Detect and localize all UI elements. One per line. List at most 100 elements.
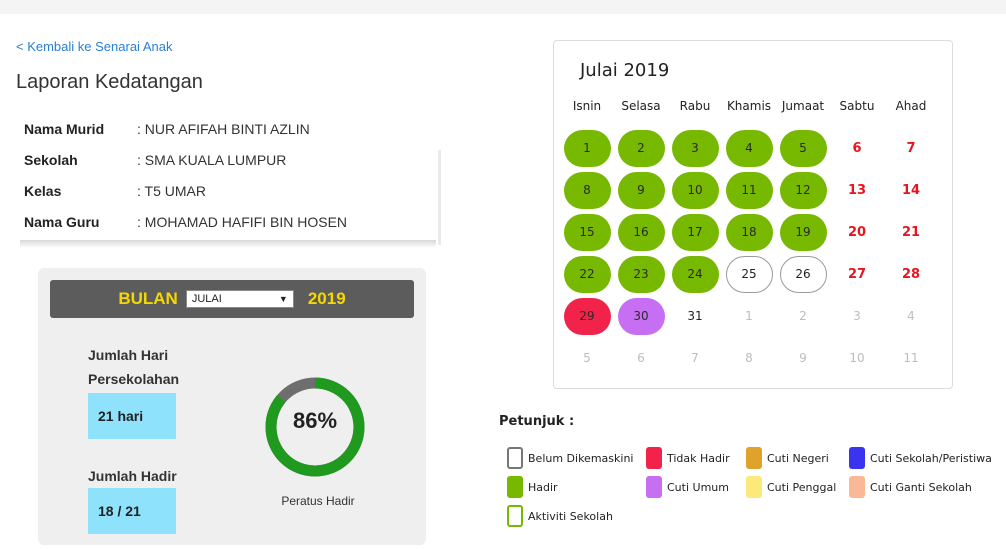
calendar-day-hadir[interactable]: 16: [617, 213, 665, 251]
calendar-cell: 10: [830, 340, 884, 377]
info-label: Kelas: [24, 182, 62, 199]
calendar-day-hadir[interactable]: 24: [671, 255, 719, 293]
calendar-day-weekend[interactable]: 13: [834, 172, 881, 209]
info-row-school: Sekolah : SMA KUALA LUMPUR: [24, 144, 444, 175]
calendar-cell: 12: [776, 171, 830, 209]
calendar-cell: 29: [560, 297, 614, 335]
calendar-cell: 7: [884, 130, 938, 167]
calendar-cell: 26: [776, 255, 830, 293]
dropdown-arrow-icon: ▼: [278, 294, 288, 304]
calendar-cell: 1: [722, 298, 776, 335]
calendar-day-muted: 3: [853, 309, 861, 323]
calendar-day-hadir[interactable]: 11: [725, 171, 773, 209]
calendar-day-muted: 5: [583, 351, 591, 365]
legend-swatch: [507, 476, 523, 498]
calendar-day-hadir[interactable]: 1: [563, 129, 611, 167]
calendar-day-umum[interactable]: 30: [617, 297, 665, 335]
calendar-cell: 15: [560, 213, 614, 251]
calendar-day-hadir[interactable]: 17: [671, 213, 719, 251]
legend-item: Cuti Negeri: [746, 447, 829, 469]
calendar-cell: 9: [614, 171, 668, 209]
calendar-cell: 5: [776, 129, 830, 167]
calendar-day-hadir[interactable]: 8: [563, 171, 611, 209]
weekday-label: Selasa: [621, 99, 661, 113]
calendar-cell: 4: [884, 298, 938, 335]
calendar-cell: 14: [884, 172, 938, 209]
month-selector-bar: BULAN JULAI ▼ 2019: [50, 280, 414, 318]
info-value: : SMA KUALA LUMPUR: [137, 151, 287, 168]
calendar-day-muted: 10: [849, 351, 865, 365]
calendar-week-row: 22 23 24 25 26 27 28: [560, 253, 938, 295]
calendar-day-hadir[interactable]: 15: [563, 213, 611, 251]
back-to-children-link[interactable]: < Kembali ke Senarai Anak: [16, 39, 172, 54]
legend-item: Aktiviti Sekolah: [507, 505, 613, 527]
top-bar: [0, 0, 1006, 14]
calendar-cell: 9: [776, 340, 830, 377]
info-row-teacher: Nama Guru : MOHAMAD HAFIFI BIN HOSEN: [24, 206, 444, 237]
attendance-summary-panel: BULAN JULAI ▼ 2019 Jumlah Hari Persekola…: [38, 268, 426, 545]
month-dropdown[interactable]: JULAI ▼: [185, 290, 294, 308]
calendar-day-hadir[interactable]: 3: [671, 129, 719, 167]
vertical-divider: [438, 150, 441, 245]
calendar-cell: 16: [614, 213, 668, 251]
calendar-day-belum[interactable]: 25: [725, 255, 773, 293]
legend-item: Cuti Sekolah/Peristiwa: [849, 447, 992, 469]
legend-item: Tidak Hadir: [646, 447, 730, 469]
calendar-day-hadir[interactable]: 12: [779, 171, 827, 209]
calendar-day-weekend[interactable]: 28: [888, 256, 935, 293]
calendar-cell: 27: [830, 256, 884, 293]
calendar-day-hadir[interactable]: 2: [617, 129, 665, 167]
info-label: Nama Guru: [24, 213, 100, 230]
weekday-label: Isnin: [572, 99, 602, 113]
info-divider: [20, 240, 436, 248]
calendar-day-muted: 6: [637, 351, 645, 365]
calendar-cell: 8: [560, 171, 614, 209]
calendar-day-weekend[interactable]: 7: [888, 130, 935, 167]
calendar-cell: 1: [560, 129, 614, 167]
calendar-day-hadir[interactable]: 19: [779, 213, 827, 251]
legend-label: Cuti Negeri: [767, 451, 829, 465]
calendar-day-belum[interactable]: 26: [779, 255, 827, 293]
calendar-cell: 2: [776, 298, 830, 335]
info-row-class: Kelas : T5 UMAR: [24, 175, 444, 206]
calendar-cell: 6: [614, 340, 668, 377]
calendar-cell: 22: [560, 255, 614, 293]
info-row-student-name: Nama Murid : NUR AFIFAH BINTI AZLIN: [24, 113, 444, 144]
calendar-day-hadir[interactable]: 22: [563, 255, 611, 293]
year-label: 2019: [307, 289, 346, 308]
calendar-day-muted: 9: [799, 351, 807, 365]
calendar-day-muted: 2: [799, 309, 807, 323]
calendar-cell: 17: [668, 213, 722, 251]
calendar-day-weekend[interactable]: 14: [888, 172, 935, 209]
calendar-day-weekend[interactable]: 20: [834, 214, 881, 251]
calendar-day-weekend[interactable]: 27: [834, 256, 881, 293]
calendar-day-hadir[interactable]: 18: [725, 213, 773, 251]
calendar-day-plain[interactable]: 31: [672, 298, 719, 335]
calendar-day-hadir[interactable]: 5: [779, 129, 827, 167]
calendar-title: Julai 2019: [580, 60, 670, 81]
calendar-day-hadir[interactable]: 9: [617, 171, 665, 209]
info-value: : T5 UMAR: [137, 182, 206, 199]
info-label: Nama Murid: [24, 120, 105, 137]
weekday-label: Sabtu: [839, 99, 875, 113]
calendar-cell: 6: [830, 130, 884, 167]
month-dropdown-value: JULAI: [191, 293, 222, 305]
calendar-day-weekend[interactable]: 21: [888, 214, 935, 251]
legend-swatch: [746, 447, 762, 469]
legend-swatch: [646, 447, 662, 469]
calendar-day-hadir[interactable]: 4: [725, 129, 773, 167]
info-label: Sekolah: [24, 151, 78, 168]
calendar-week-row: 8 9 10 11 12 13 14: [560, 169, 938, 211]
calendar-cell: 18: [722, 213, 776, 251]
legend-label: Cuti Sekolah/Peristiwa: [870, 451, 992, 465]
calendar-week-row: 29 30 31 1 2 3 4: [560, 295, 938, 337]
calendar-day-hadir[interactable]: 10: [671, 171, 719, 209]
legend-title: Petunjuk :: [499, 414, 575, 429]
calendar-day-tidak[interactable]: 29: [563, 297, 611, 335]
legend-swatch: [849, 447, 865, 469]
calendar-weekday-header: Isnin Selasa Rabu Khamis Jumaat Sabtu Ahad: [560, 99, 938, 127]
calendar-day-hadir[interactable]: 23: [617, 255, 665, 293]
legend-label: Cuti Ganti Sekolah: [870, 480, 972, 494]
legend-item: Cuti Penggal: [746, 476, 836, 498]
calendar-day-weekend[interactable]: 6: [834, 130, 881, 167]
